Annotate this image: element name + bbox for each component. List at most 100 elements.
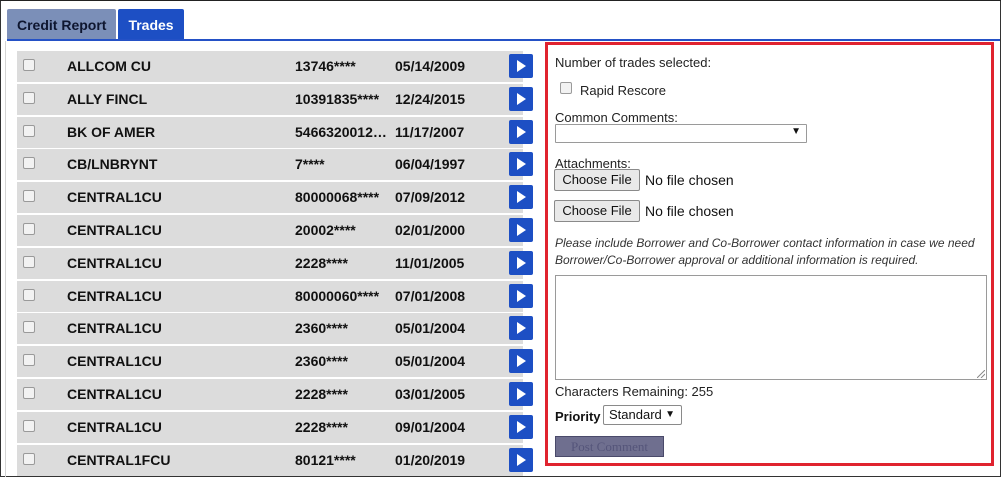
account-number: 2228****	[295, 254, 348, 271]
trade-select-checkbox[interactable]	[23, 59, 35, 71]
trade-detail-button[interactable]	[509, 447, 533, 472]
trade-row: BK OF AMER 54663200125... 11/17/2007	[17, 116, 533, 148]
trade-select-checkbox[interactable]	[23, 288, 35, 301]
rapid-rescore-checkbox[interactable]	[560, 82, 572, 94]
account-number: 13746****	[295, 58, 356, 74]
account-number: 80000060****	[295, 287, 380, 304]
open-date: 03/01/2005	[395, 386, 466, 402]
account-number: 80121****	[295, 451, 356, 468]
account-number: 80000068****	[295, 189, 380, 206]
open-date: 07/09/2012	[395, 189, 466, 206]
creditor-name: CENTRAL1CU	[67, 287, 162, 304]
trade-row: CENTRAL1CU 2228**** 03/01/2005	[17, 379, 533, 410]
open-date: 05/01/2004	[395, 353, 466, 370]
account-number: 54663200125...	[295, 123, 390, 140]
open-date: 09/01/2004	[395, 418, 466, 435]
trade-select-checkbox[interactable]	[23, 91, 35, 104]
open-date: 02/01/2000	[395, 222, 466, 238]
creditor-name: ALLY FINCL	[67, 90, 148, 107]
choose-file-button-1[interactable]: Choose File	[554, 169, 640, 191]
trade-detail-button[interactable]	[509, 316, 533, 341]
trade-select-checkbox[interactable]	[23, 321, 35, 334]
creditor-name: CENTRAL1CU	[67, 320, 162, 337]
comment-textarea[interactable]	[555, 275, 987, 380]
open-date: 01/20/2019	[395, 451, 466, 468]
tab-credit-report[interactable]: Credit Report	[7, 9, 117, 40]
open-date: 05/14/2009	[395, 58, 466, 74]
trade-select-checkbox[interactable]	[23, 387, 35, 399]
trade-row: ALLY FINCL 10391835**** 12/24/2015	[17, 83, 533, 115]
trade-row: CENTRAL1CU 2228**** 11/01/2005	[17, 247, 533, 279]
trade-row: CENTRAL1CU 80000060**** 07/01/2008	[17, 280, 533, 312]
trade-detail-button[interactable]	[509, 382, 533, 406]
open-date: 06/04/1997	[395, 156, 466, 173]
creditor-name: BK OF AMER	[67, 123, 156, 140]
play-right-icon	[517, 453, 526, 466]
caret-down-icon: ▼	[791, 126, 801, 137]
trade-detail-button[interactable]	[509, 414, 533, 439]
account-number: 2228****	[295, 386, 348, 402]
play-right-icon	[517, 125, 526, 138]
trade-select-checkbox[interactable]	[23, 452, 35, 465]
trade-row: CENTRAL1CU 2228**** 09/01/2004	[17, 411, 533, 443]
account-number: 20002****	[295, 222, 356, 238]
play-right-icon	[517, 92, 526, 105]
creditor-name: CENTRAL1CU	[67, 353, 162, 370]
common-comments-select[interactable]: ▼	[555, 124, 807, 143]
trade-row: CENTRAL1CU 20002**** 02/01/2000	[17, 215, 533, 246]
trade-detail-button[interactable]	[509, 349, 533, 374]
trade-row: CENTRAL1CU 2360**** 05/01/2004	[17, 346, 533, 378]
trade-detail-button[interactable]	[509, 119, 533, 144]
trade-detail-button[interactable]	[509, 54, 533, 78]
trade-select-checkbox[interactable]	[23, 190, 35, 203]
file-status-2: No file chosen	[645, 203, 734, 219]
trade-select-checkbox[interactable]	[23, 157, 35, 170]
characters-remaining: Characters Remaining: 255	[555, 384, 714, 399]
open-date: 07/01/2008	[395, 287, 466, 304]
caret-down-icon: ▼	[665, 409, 675, 420]
account-number: 2360****	[295, 353, 348, 370]
account-number: 2360****	[295, 320, 348, 337]
trade-select-checkbox[interactable]	[23, 255, 35, 268]
choose-file-button-2[interactable]: Choose File	[554, 200, 640, 222]
play-right-icon	[517, 256, 526, 269]
post-comment-button[interactable]: Post Comment	[555, 436, 664, 457]
tab-trades[interactable]: Trades	[118, 9, 184, 40]
trade-detail-button[interactable]	[509, 185, 533, 210]
account-number: 2228****	[295, 418, 348, 435]
creditor-name: CB/LNBRYNT	[67, 156, 158, 173]
rapid-rescore-label: Rapid Rescore	[580, 83, 666, 98]
creditor-name: CENTRAL1CU	[67, 386, 162, 402]
account-number: 10391835****	[295, 90, 380, 107]
trade-detail-button[interactable]	[509, 152, 533, 177]
play-right-icon	[517, 322, 526, 335]
open-date: 12/24/2015	[395, 90, 466, 107]
trade-select-checkbox[interactable]	[23, 124, 35, 137]
trade-select-checkbox[interactable]	[23, 354, 35, 367]
play-right-icon	[517, 289, 526, 302]
contact-info-note: Please include Borrower and Co-Borrower …	[555, 236, 975, 267]
tab-bar: Credit Report Trades	[7, 9, 186, 40]
play-right-icon	[517, 60, 526, 72]
trade-select-checkbox[interactable]	[23, 419, 35, 432]
play-right-icon	[517, 355, 526, 368]
common-comments-label: Common Comments:	[555, 110, 678, 125]
creditor-name: ALLCOM CU	[67, 58, 151, 74]
comment-panel: Number of trades selected: Rapid Rescore…	[545, 42, 994, 466]
play-right-icon	[517, 158, 526, 171]
play-right-icon	[517, 420, 526, 433]
priority-select[interactable]: Standard ▼	[603, 405, 682, 425]
trade-detail-button[interactable]	[509, 283, 533, 308]
trade-detail-button[interactable]	[509, 86, 533, 111]
trade-row: CENTRAL1FCU 80121**** 01/20/2019	[17, 444, 533, 476]
trade-row: CENTRAL1CU 80000068**** 07/09/2012	[17, 182, 533, 214]
priority-label: Priority	[555, 409, 601, 424]
trade-row: ALLCOM CU 13746**** 05/14/2009	[17, 51, 533, 82]
trade-detail-button[interactable]	[509, 250, 533, 275]
creditor-name: CENTRAL1CU	[67, 418, 162, 435]
trade-row: CENTRAL1CU 2360**** 05/01/2004	[17, 313, 533, 345]
trade-select-checkbox[interactable]	[23, 223, 35, 235]
priority-value: Standard	[609, 407, 662, 422]
trade-detail-button[interactable]	[509, 218, 533, 242]
resize-grip-icon[interactable]	[977, 370, 985, 378]
